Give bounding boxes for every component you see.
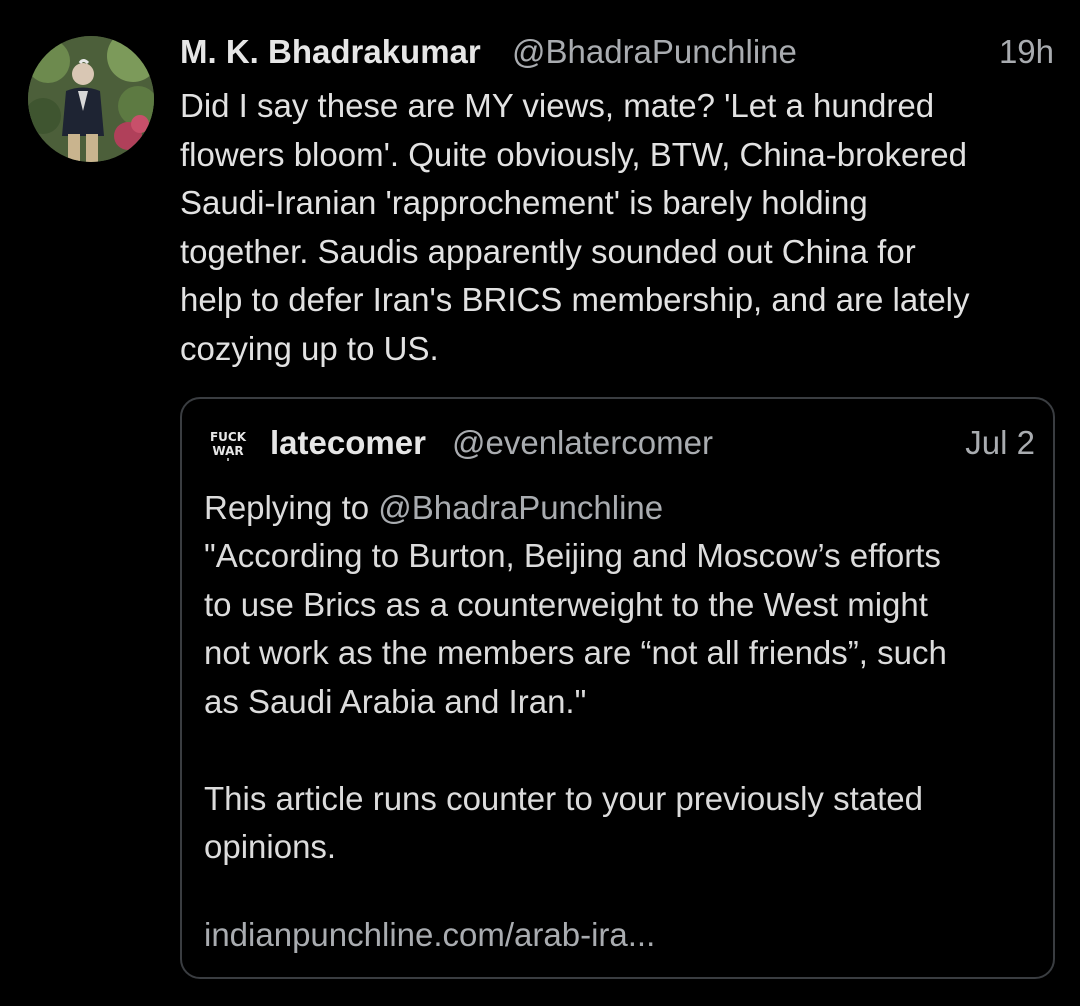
author-handle[interactable]: @BhadraPunchline xyxy=(512,30,797,74)
quoted-tweet-text: "According to Burton, Beijing and Moscow… xyxy=(204,537,947,865)
svg-text:WAR: WAR xyxy=(212,444,243,458)
tweet-text: Did I say these are MY views, mate? 'Let… xyxy=(180,87,970,367)
tweet[interactable]: M. K. Bhadrakumar @BhadraPunchline 19h D… xyxy=(0,0,1080,1006)
author-photo xyxy=(28,36,154,162)
replying-to: Replying to @BhadraPunchline xyxy=(204,486,663,530)
quoted-author-avatar[interactable]: FUCK WAR xyxy=(208,425,248,465)
quoted-author-handle[interactable]: @evenlatercomer xyxy=(452,421,713,465)
quoted-author-name[interactable]: latecomer xyxy=(270,421,426,465)
replying-to-label: Replying to xyxy=(204,489,370,526)
tweet-timestamp[interactable]: 19h xyxy=(999,30,1054,74)
replying-to-handle[interactable]: @BhadraPunchline xyxy=(378,489,663,526)
fuck-war-logo: FUCK WAR xyxy=(208,425,248,465)
quoted-tweet[interactable]: FUCK WAR latecomer @evenlatercomer Jul 2… xyxy=(180,397,1055,979)
tweet-header: M. K. Bhadrakumar @BhadraPunchline 19h xyxy=(180,30,1054,74)
author-name[interactable]: M. K. Bhadrakumar xyxy=(180,30,481,74)
quoted-tweet-header: latecomer @evenlatercomer Jul 2 xyxy=(270,421,1037,465)
quoted-tweet-date[interactable]: Jul 2 xyxy=(965,421,1035,465)
svg-text:FUCK: FUCK xyxy=(210,430,247,444)
quoted-tweet-link[interactable]: indianpunchline.com/arab-ira... xyxy=(204,913,655,957)
author-avatar[interactable] xyxy=(28,36,154,162)
